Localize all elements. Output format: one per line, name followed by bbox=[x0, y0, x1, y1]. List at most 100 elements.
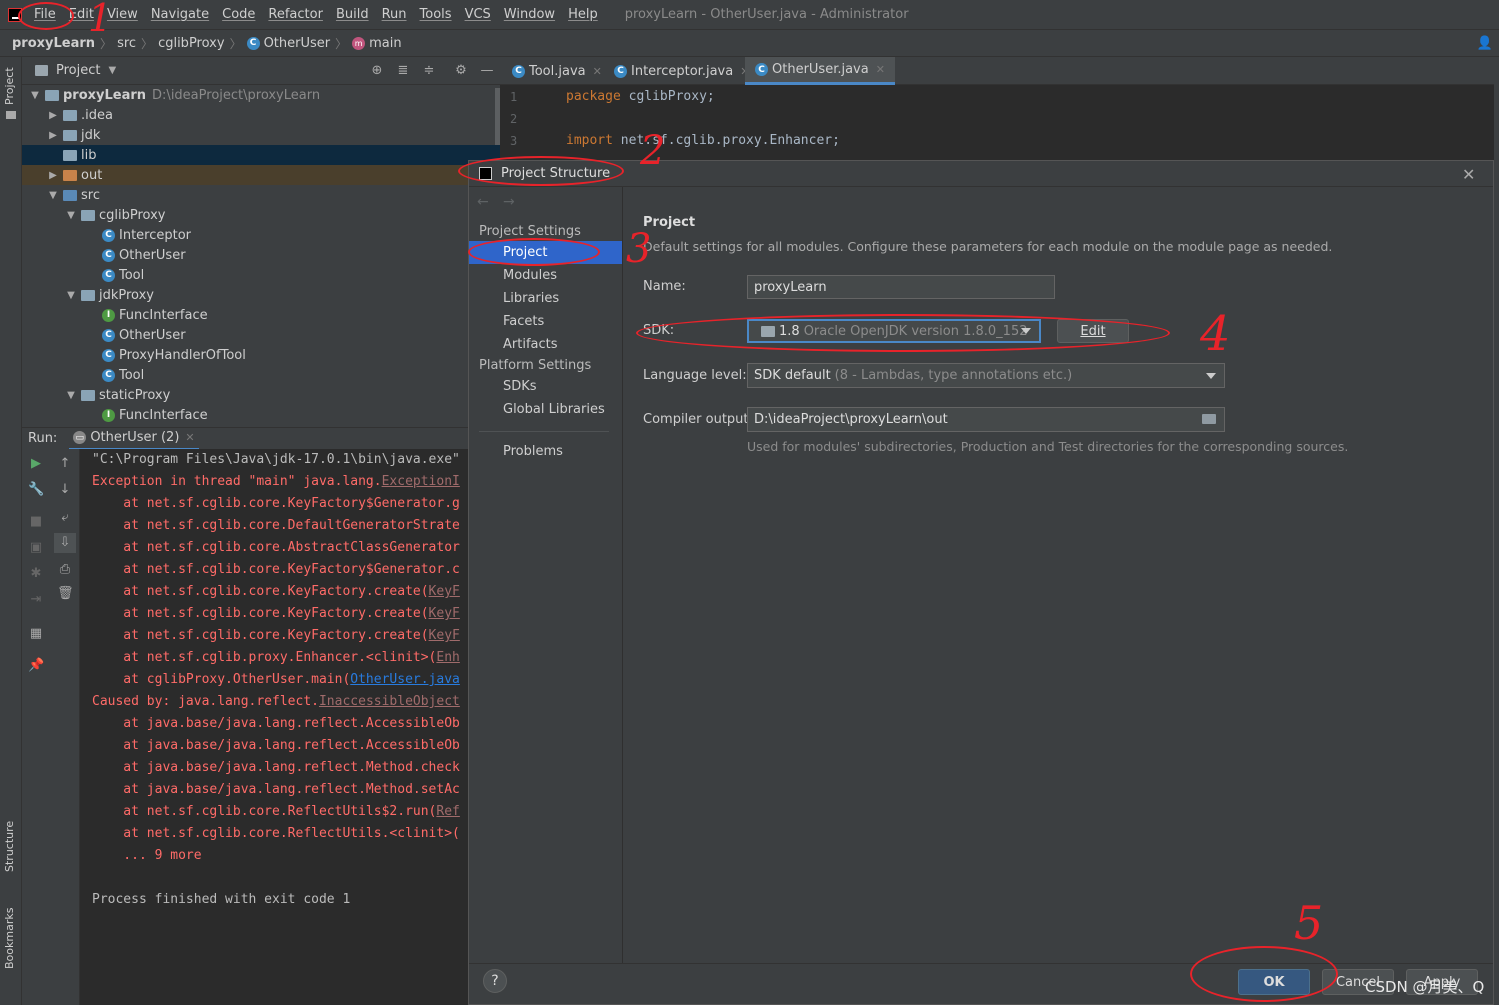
browse-folder-icon[interactable] bbox=[1202, 414, 1216, 424]
language-level-dropdown[interactable]: SDK default (8 - Lambdas, type annotatio… bbox=[747, 363, 1225, 388]
close-icon[interactable]: ✕ bbox=[876, 63, 885, 76]
chevron-down-icon[interactable]: ▼ bbox=[46, 190, 60, 201]
console-link[interactable]: InaccessibleObject bbox=[319, 694, 460, 709]
tab-otheruser-java[interactable]: C OtherUser.java ✕ bbox=[745, 57, 895, 85]
tree-item-tool[interactable]: C Tool bbox=[22, 365, 500, 385]
tree-item-cglibproxy[interactable]: ▼ cglibProxy bbox=[22, 205, 500, 225]
tree-item-tool[interactable]: C Tool bbox=[22, 265, 500, 285]
tree-item-jdk[interactable]: ▶ jdk bbox=[22, 125, 500, 145]
console-text: at net.sf.cglib.core.ReflectUtils$2.run( bbox=[92, 804, 437, 819]
tree-item-project-root[interactable]: ▼ proxyLearn D:\ideaProject\proxyLearn bbox=[22, 85, 500, 105]
breadcrumb-method[interactable]: m main bbox=[352, 36, 402, 51]
tree-item-interceptor[interactable]: C Interceptor bbox=[22, 225, 500, 245]
chevron-right-icon[interactable]: ▶ bbox=[46, 110, 60, 121]
close-icon[interactable]: ✕ bbox=[185, 431, 194, 444]
close-icon[interactable]: ✕ bbox=[1462, 165, 1475, 184]
console-source-link[interactable]: OtherUser.java bbox=[350, 672, 460, 687]
layout-icon[interactable]: ▦ bbox=[28, 627, 44, 641]
tool-tab-project[interactable]: Project bbox=[3, 67, 16, 105]
console-link[interactable]: ExceptionI bbox=[382, 474, 460, 489]
tool-tab-structure[interactable]: Structure bbox=[3, 821, 16, 872]
project-view-selector[interactable]: Project bbox=[56, 63, 100, 78]
camera-icon[interactable]: ▣ bbox=[28, 541, 44, 555]
sidebar-item-problems[interactable]: Problems bbox=[469, 440, 622, 463]
console-link[interactable]: KeyF bbox=[429, 628, 460, 643]
pin-icon[interactable]: 📌 bbox=[28, 659, 44, 673]
minimize-icon[interactable]: — bbox=[480, 64, 494, 78]
annotation-circle-sdk bbox=[636, 314, 1170, 352]
chevron-down-icon[interactable]: ▼ bbox=[108, 65, 116, 76]
menu-build[interactable]: Build bbox=[336, 7, 369, 22]
chevron-down-icon[interactable]: ▼ bbox=[64, 390, 78, 401]
menu-tools[interactable]: Tools bbox=[420, 7, 452, 22]
console-link[interactable]: Ref bbox=[436, 804, 459, 819]
trash-icon[interactable]: 🗑 bbox=[57, 587, 74, 601]
rerun-icon[interactable]: ▶ bbox=[28, 457, 44, 471]
sidebar-item-artifacts[interactable]: Artifacts bbox=[469, 333, 622, 356]
tree-item-staticproxy[interactable]: ▼ staticProxy bbox=[22, 385, 500, 405]
sidebar-item-facets[interactable]: Facets bbox=[469, 310, 622, 333]
tool-tab-bookmarks[interactable]: Bookmarks bbox=[3, 908, 16, 969]
tree-item-funcinterface[interactable]: I FuncInterface bbox=[22, 305, 500, 325]
name-input[interactable]: proxyLearn bbox=[747, 275, 1055, 299]
user-icon[interactable]: 👤 bbox=[1477, 36, 1493, 51]
expand-all-icon[interactable]: ≣ bbox=[396, 64, 410, 78]
collapse-all-icon[interactable]: ≑ bbox=[422, 64, 436, 78]
tree-item-otheruser[interactable]: C OtherUser bbox=[22, 325, 500, 345]
chevron-down-icon[interactable]: ▼ bbox=[64, 210, 78, 221]
compiler-output-input[interactable]: D:\ideaProject\proxyLearn\out bbox=[747, 407, 1225, 432]
help-button[interactable]: ? bbox=[483, 969, 507, 993]
forward-arrow-icon[interactable]: → bbox=[503, 194, 515, 210]
close-icon[interactable]: ✕ bbox=[593, 65, 602, 78]
locate-icon[interactable]: ⊕ bbox=[370, 64, 384, 78]
chevron-down-icon[interactable]: ▼ bbox=[64, 290, 78, 301]
tree-item-lib[interactable]: lib bbox=[22, 145, 500, 165]
tree-item-proxyhandleroftool[interactable]: C ProxyHandlerOfTool bbox=[22, 345, 500, 365]
run-tab[interactable]: ▭ OtherUser (2) ✕ bbox=[69, 428, 199, 450]
console-link[interactable]: KeyF bbox=[429, 606, 460, 621]
wrench-icon[interactable]: 🔧 bbox=[28, 483, 44, 497]
breadcrumb-class[interactable]: C OtherUser bbox=[246, 36, 330, 51]
gear-icon[interactable]: ⚙ bbox=[454, 64, 468, 78]
soft-wrap-icon[interactable]: ⤶ bbox=[57, 511, 73, 525]
print-icon[interactable]: ⎙ bbox=[57, 563, 73, 577]
menu-navigate[interactable]: Navigate bbox=[151, 7, 209, 22]
tree-item-funcinterface[interactable]: I FuncInterface bbox=[22, 405, 500, 425]
chevron-right-icon[interactable]: ▶ bbox=[46, 170, 60, 181]
menu-help[interactable]: Help bbox=[568, 7, 598, 22]
console-link[interactable]: KeyF bbox=[429, 584, 460, 599]
menu-run[interactable]: Run bbox=[382, 7, 407, 22]
breadcrumb-project[interactable]: proxyLearn bbox=[12, 36, 95, 51]
menu-refactor[interactable]: Refactor bbox=[268, 7, 323, 22]
tree-item-jdkproxy[interactable]: ▼ jdkProxy bbox=[22, 285, 500, 305]
tree-item-otheruser[interactable]: C OtherUser bbox=[22, 245, 500, 265]
tree-item-idea[interactable]: ▶ .idea bbox=[22, 105, 500, 125]
line-number: 1 bbox=[510, 90, 518, 104]
tree-item-out[interactable]: ▶ out bbox=[22, 165, 500, 185]
debug-icon[interactable]: ✱ bbox=[28, 567, 44, 581]
chevron-down-icon[interactable]: ▼ bbox=[28, 90, 42, 101]
console-link[interactable]: Enh bbox=[436, 650, 459, 665]
breadcrumb-package[interactable]: cglibProxy bbox=[158, 36, 225, 51]
menu-window[interactable]: Window bbox=[504, 7, 555, 22]
tab-tool-java[interactable]: C Tool.java ✕ bbox=[502, 57, 612, 85]
folder-icon bbox=[6, 111, 16, 119]
sidebar-item-libraries[interactable]: Libraries bbox=[469, 287, 622, 310]
arrow-down-icon[interactable]: ↓ bbox=[57, 483, 73, 497]
stop-icon[interactable]: ■ bbox=[28, 515, 44, 529]
arrow-up-icon[interactable]: ↑ bbox=[57, 457, 73, 471]
console-line: Caused by: java.lang.reflect.Inaccessibl… bbox=[92, 694, 460, 709]
exit-icon[interactable]: ⇥ bbox=[28, 593, 44, 607]
back-arrow-icon[interactable]: ← bbox=[477, 194, 489, 210]
sidebar-item-modules[interactable]: Modules bbox=[469, 264, 622, 287]
tree-item-src[interactable]: ▼ src bbox=[22, 185, 500, 205]
sidebar-item-global-libraries[interactable]: Global Libraries bbox=[469, 398, 622, 421]
sidebar-item-sdks[interactable]: SDKs bbox=[469, 375, 622, 398]
tab-interceptor-java[interactable]: CInterceptor.java✕ bbox=[604, 57, 759, 85]
chevron-right-icon[interactable]: ▶ bbox=[46, 130, 60, 141]
breadcrumb-src[interactable]: src bbox=[117, 36, 136, 51]
code-text: cglibProxy; bbox=[620, 89, 715, 104]
menu-code[interactable]: Code bbox=[222, 7, 255, 22]
scroll-to-end-icon[interactable]: ⇩ bbox=[54, 533, 76, 553]
menu-vcs[interactable]: VCS bbox=[465, 7, 491, 22]
